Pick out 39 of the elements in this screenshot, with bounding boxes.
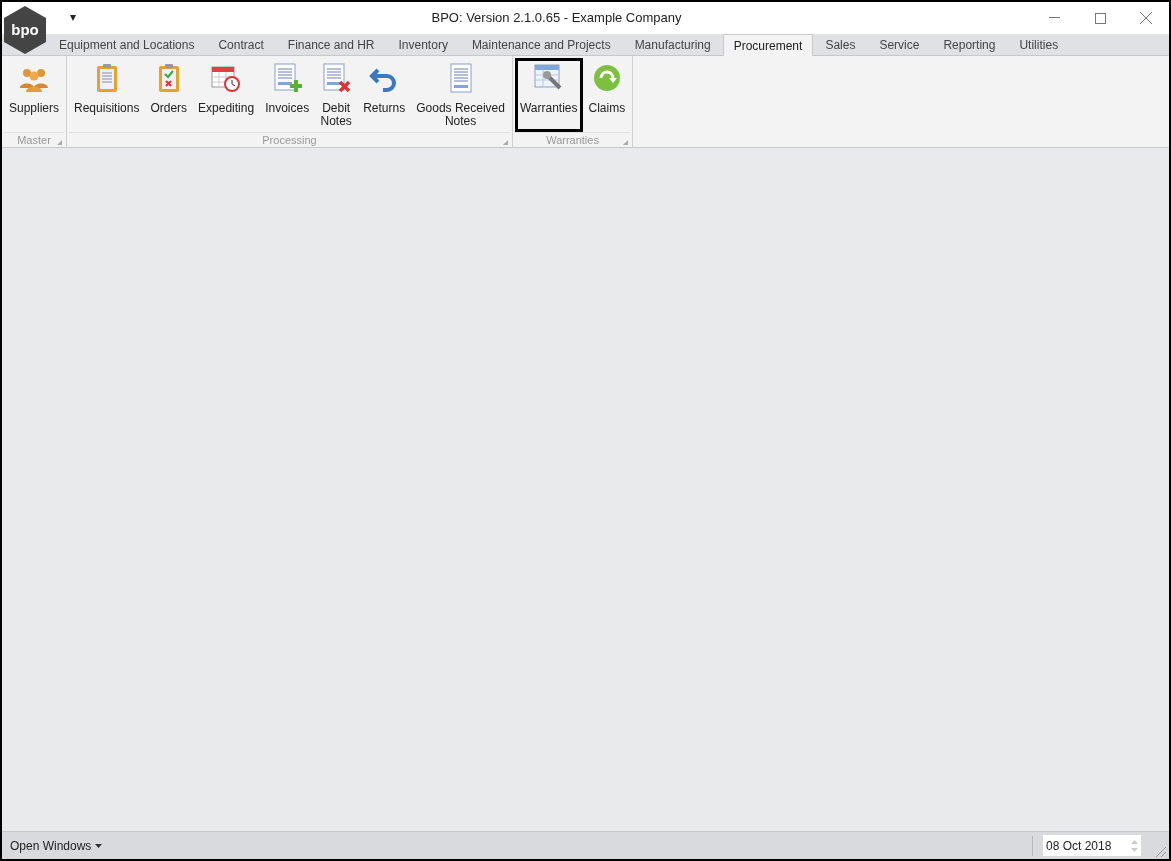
window-title: BPO: Version 2.1.0.65 - Example Company xyxy=(431,9,682,28)
ribbon-group-label: Processing xyxy=(262,133,317,149)
ribbon-tab[interactable]: Sales xyxy=(813,34,868,55)
ribbon-tab[interactable]: Finance and HR xyxy=(275,34,387,55)
document-plus-icon xyxy=(271,62,304,94)
dialog-launcher-icon[interactable] xyxy=(502,140,508,145)
open-windows-menu[interactable]: Open Windows xyxy=(10,836,103,855)
spinner-icon xyxy=(1131,838,1138,853)
ribbon-tab[interactable]: Contract xyxy=(206,34,276,55)
ribbon-tab[interactable]: Reporting xyxy=(931,34,1008,55)
ribbon-tab[interactable]: Service xyxy=(867,34,932,55)
ribbon-button[interactable]: Orders xyxy=(145,58,193,132)
minimize-icon xyxy=(1048,17,1060,19)
ribbon-button[interactable]: Claims xyxy=(583,58,631,132)
date-field[interactable]: 08 Oct 2018 xyxy=(1043,835,1141,856)
app-logo[interactable]: bpo xyxy=(4,6,46,54)
document-x-icon xyxy=(320,62,353,94)
maximize-icon xyxy=(1094,12,1106,24)
ribbon-tab[interactable]: Equipment and Locations xyxy=(47,34,207,55)
ribbon-button[interactable]: Warranties xyxy=(514,58,583,132)
close-icon xyxy=(1140,12,1152,24)
ribbon-button[interactable]: Expediting xyxy=(193,58,260,132)
ribbon-button[interactable]: Requisitions xyxy=(69,58,145,132)
ribbon-tab[interactable]: Manufacturing xyxy=(622,34,723,55)
ribbon-tab[interactable]: Inventory xyxy=(386,34,460,55)
ribbon-tab[interactable]: Maintenance and Projects xyxy=(459,34,623,55)
ribbon-button[interactable]: Invoices xyxy=(260,58,315,132)
ribbon-button[interactable]: Suppliers xyxy=(4,58,65,132)
ribbon-tab[interactable]: Procurement xyxy=(722,34,814,56)
ribbon-tab[interactable]: Utilities xyxy=(1007,34,1071,55)
dialog-launcher-icon[interactable] xyxy=(57,140,63,145)
caret-icon xyxy=(95,843,103,848)
ribbon-button[interactable]: Debit Notes xyxy=(315,58,358,132)
ribbon-group-label: Warranties xyxy=(546,133,599,149)
dialog-launcher-icon[interactable] xyxy=(623,140,629,145)
quick-access-menu[interactable]: ▾ xyxy=(70,8,76,26)
ribbon-group-label: Master xyxy=(17,133,51,149)
ribbon-button[interactable]: Returns xyxy=(358,58,411,132)
ribbon-button[interactable]: Goods Received Notes xyxy=(411,58,510,132)
